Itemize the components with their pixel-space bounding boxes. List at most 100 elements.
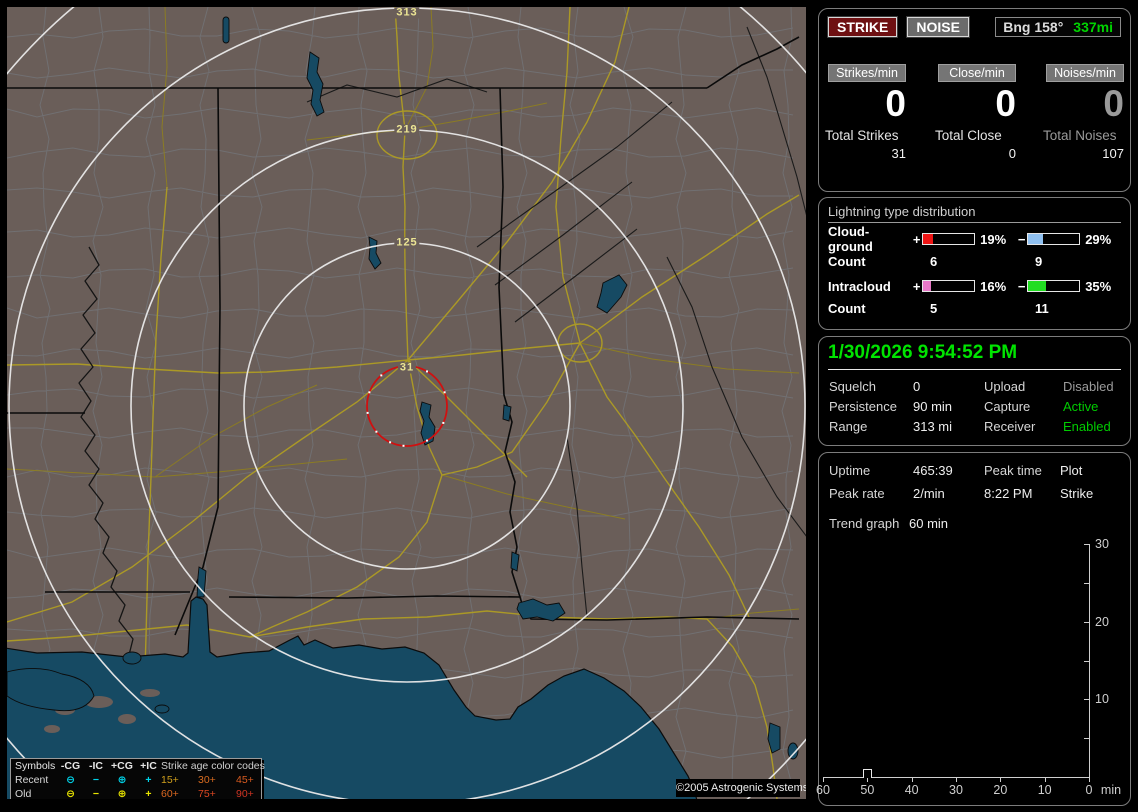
trend-chart: 60 50 40 30 20 10 0 min 10 20 30 [816, 453, 1130, 805]
range-label: Range [829, 419, 868, 434]
plus-sign: + [912, 231, 921, 247]
age-75: 75+ [198, 788, 216, 799]
cloud-ground-label: Cloud-ground [828, 224, 873, 254]
neg-cg-recent-icon: ⊖ [66, 774, 75, 786]
squelch-value: 0 [913, 379, 921, 394]
pos-ic-recent-icon: + [145, 774, 152, 786]
counters-panel: STRIKE NOISE Bng 158° 337mi Strikes/min 0… [818, 8, 1131, 192]
cg-negative-pct: 29% [1085, 231, 1112, 247]
trend-x-tick: 40 [904, 783, 919, 797]
noises-per-min-value: 0 [1103, 83, 1124, 124]
session-panel: Uptime 465:39 Peak time Plot Peak rate 2… [816, 452, 1131, 806]
legend-col-pos-cg: +CG [111, 760, 133, 772]
cg-negative-count: 9 [1035, 254, 1043, 269]
plus-sign: + [912, 278, 921, 294]
stormvue-app: { "header": { "strike_label": "STRIKE", … [0, 0, 1138, 812]
count-label: Count [828, 254, 866, 269]
secondary-roads [7, 7, 800, 620]
ring-label-313: 313 [394, 7, 420, 19]
cg-positive-bar [922, 233, 976, 245]
neg-ic-old-icon: − [92, 788, 100, 799]
total-noises-value: 107 [1102, 146, 1124, 161]
legend-symbols-title: Symbols [15, 760, 56, 772]
noises-column: Noises/min 0 Total Noises 107 [1043, 64, 1124, 161]
ring-label-219: 219 [394, 123, 420, 136]
strike-toggle-button[interactable]: STRIKE [826, 16, 899, 38]
trend-strike-bar [863, 769, 873, 778]
close-range-ring [366, 365, 448, 447]
ic-positive-pct: 16% [980, 278, 1007, 294]
trend-x-tick: 20 [993, 783, 1008, 797]
total-strikes-value: 31 [891, 146, 906, 161]
pos-ic-old-icon: + [145, 788, 152, 799]
total-noises-label: Total Noises [1043, 128, 1117, 143]
legend-col-neg-ic: -IC [89, 760, 103, 772]
trend-x-tick: 30 [949, 783, 963, 797]
rivers-ridges [306, 26, 806, 618]
squelch-label: Squelch [829, 379, 876, 394]
ring-label-31: 31 [397, 361, 417, 374]
legend-age-title: Strike age color codes [161, 760, 265, 772]
noises-per-min-label: Noises/min [1046, 64, 1124, 82]
intracloud-count-row: Count 5 11 [828, 301, 1121, 317]
intracloud-label: Intracloud [828, 278, 891, 294]
count-label: Count [828, 301, 866, 316]
receiver-label: Receiver [984, 419, 1036, 434]
age-45: 45+ [236, 774, 254, 786]
age-15: 15+ [161, 774, 179, 786]
cg-negative-bar [1027, 233, 1081, 245]
distance-value: 337mi [1073, 19, 1113, 35]
legend-row-recent: Recent [15, 774, 49, 786]
strikes-column: Strikes/min 0 Total Strikes 31 [825, 64, 906, 161]
cg-positive-count: 6 [930, 254, 938, 269]
total-strikes-label: Total Strikes [825, 128, 899, 143]
upload-value: Disabled [1063, 379, 1114, 394]
status-row: Squelch 0 Upload Disabled [828, 379, 1121, 399]
ic-negative-bar [1027, 280, 1081, 292]
ic-positive-bar [922, 280, 976, 292]
ring-label-125: 125 [394, 236, 420, 249]
trend-x-tick: 50 [860, 783, 875, 797]
radar-map[interactable]: 313 219 125 31 Symbols -CG -IC +CG +IC S… [7, 7, 806, 799]
trend-x-unit: min [1100, 783, 1122, 797]
ic-negative-count: 11 [1035, 301, 1049, 316]
bearing-value: Bng 158° [1003, 19, 1064, 35]
total-close-value: 0 [1008, 146, 1016, 161]
pos-cg-recent-icon: ⊕ [117, 774, 127, 786]
strikes-per-min-value: 0 [885, 83, 906, 124]
pos-cg-old-icon: ⊕ [117, 788, 127, 799]
legend-col-neg-cg: -CG [60, 760, 81, 772]
close-per-min-value: 0 [995, 83, 1016, 124]
capture-label: Capture [984, 399, 1031, 414]
age-60: 60+ [161, 788, 179, 799]
status-panel: 1/30/2026 9:54:52 PM Squelch 0 Upload Di… [818, 336, 1131, 446]
cg-positive-pct: 19% [980, 231, 1007, 247]
trend-x-tick: 0 [1085, 783, 1093, 797]
receiver-value: Enabled [1063, 419, 1111, 434]
capture-value: Active [1063, 399, 1099, 414]
range-value: 313 mi [913, 419, 953, 434]
datetime-display: 1/30/2026 9:54:52 PM [828, 342, 1121, 370]
bearing-indicator: Bng 158° 337mi [995, 17, 1121, 37]
strikes-per-min-label: Strikes/min [828, 64, 906, 82]
close-per-min-label: Close/min [938, 64, 1016, 82]
cloud-ground-count-row: Count 6 9 [828, 254, 1121, 270]
legend-row-old: Old [15, 788, 32, 799]
noise-toggle-button[interactable]: NOISE [906, 16, 970, 38]
minus-sign: − [1017, 278, 1026, 294]
lightning-distribution-panel: Lightning type distribution Cloud-ground… [818, 197, 1131, 330]
total-close-label: Total Close [935, 128, 1002, 143]
distribution-title: Lightning type distribution [828, 204, 1121, 223]
minus-sign: − [1017, 231, 1026, 247]
status-row: Persistence 90 min Capture Active [828, 399, 1121, 419]
age-90: 90+ [236, 788, 254, 799]
cloud-ground-row: Cloud-ground + 19% − 29% [828, 224, 1121, 254]
ic-positive-count: 5 [930, 301, 938, 316]
age-30: 30+ [198, 774, 216, 786]
status-row: Range 313 mi Receiver Enabled [828, 419, 1121, 439]
persistence-value: 90 min [913, 399, 953, 414]
close-column: Close/min 0 Total Close 0 [935, 64, 1016, 161]
intracloud-row: Intracloud + 16% − 35% [828, 278, 1121, 294]
ic-negative-pct: 35% [1085, 278, 1112, 294]
legend-col-pos-ic: +IC [140, 760, 157, 772]
